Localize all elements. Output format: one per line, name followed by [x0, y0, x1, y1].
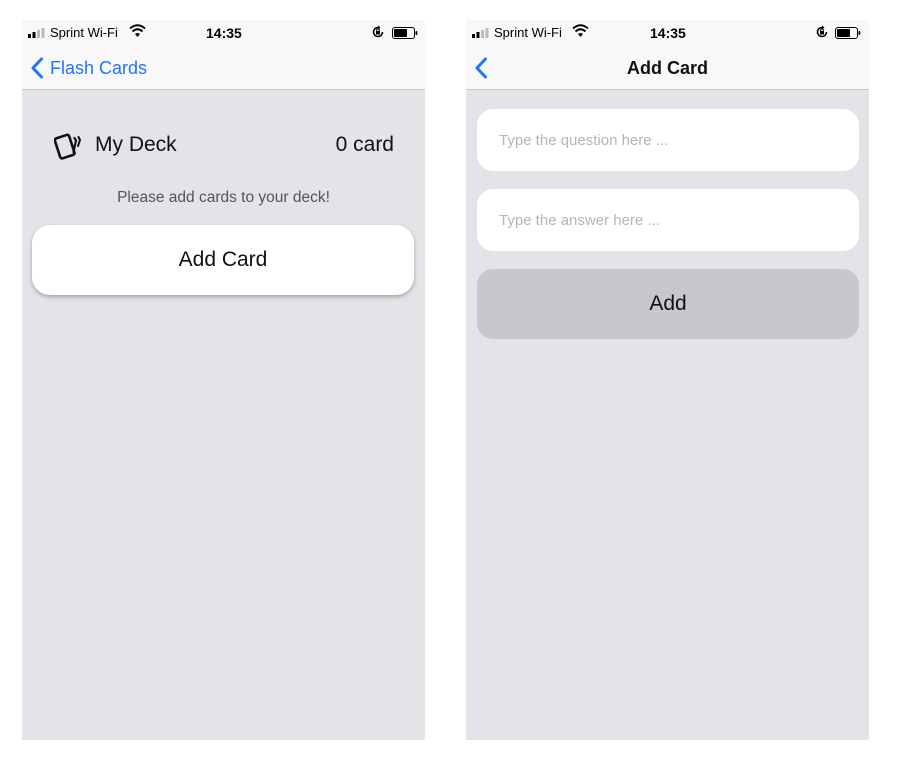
status-bar: Sprint Wi-Fi 14:35: [466, 20, 869, 46]
status-bar: Sprint Wi-Fi 14:35: [22, 20, 425, 46]
rotation-lock-icon: [372, 25, 384, 38]
status-time: 14:35: [650, 25, 686, 41]
signal-icon: [472, 28, 489, 38]
nav-bar: Add Card: [466, 46, 869, 90]
back-button[interactable]: Flash Cards: [30, 53, 147, 83]
wifi-icon: [572, 24, 589, 37]
battery-icon: [835, 27, 861, 39]
page-title: Add Card: [627, 58, 708, 78]
battery-icon: [392, 27, 418, 39]
add-card-button[interactable]: Add Card: [32, 225, 414, 295]
add-card-screen: Sprint Wi-Fi 14:35 Add Card Add: [466, 20, 869, 740]
add-button[interactable]: Add: [477, 269, 859, 339]
rotation-lock-icon: [816, 25, 828, 38]
answer-input[interactable]: [477, 189, 859, 251]
empty-deck-message: Please add cards to your deck!: [117, 189, 330, 206]
carrier-label: Sprint Wi-Fi: [494, 25, 562, 40]
back-label: Flash Cards: [50, 57, 148, 78]
deck-header: My Deck 0 card: [54, 131, 394, 161]
question-input[interactable]: [477, 109, 859, 171]
nav-bar: Flash Cards: [22, 46, 425, 90]
carrier-label: Sprint Wi-Fi: [50, 25, 118, 40]
wifi-icon: [129, 24, 146, 37]
chevron-left-icon: [31, 57, 43, 79]
card-count: 0 card: [335, 133, 394, 156]
cards-icon: [54, 133, 82, 160]
signal-icon: [28, 28, 45, 38]
status-time: 14:35: [206, 25, 242, 41]
deck-screen: Sprint Wi-Fi 14:35 Flash Cards My Deck 0…: [22, 20, 425, 740]
deck-title: My Deck: [95, 133, 177, 156]
